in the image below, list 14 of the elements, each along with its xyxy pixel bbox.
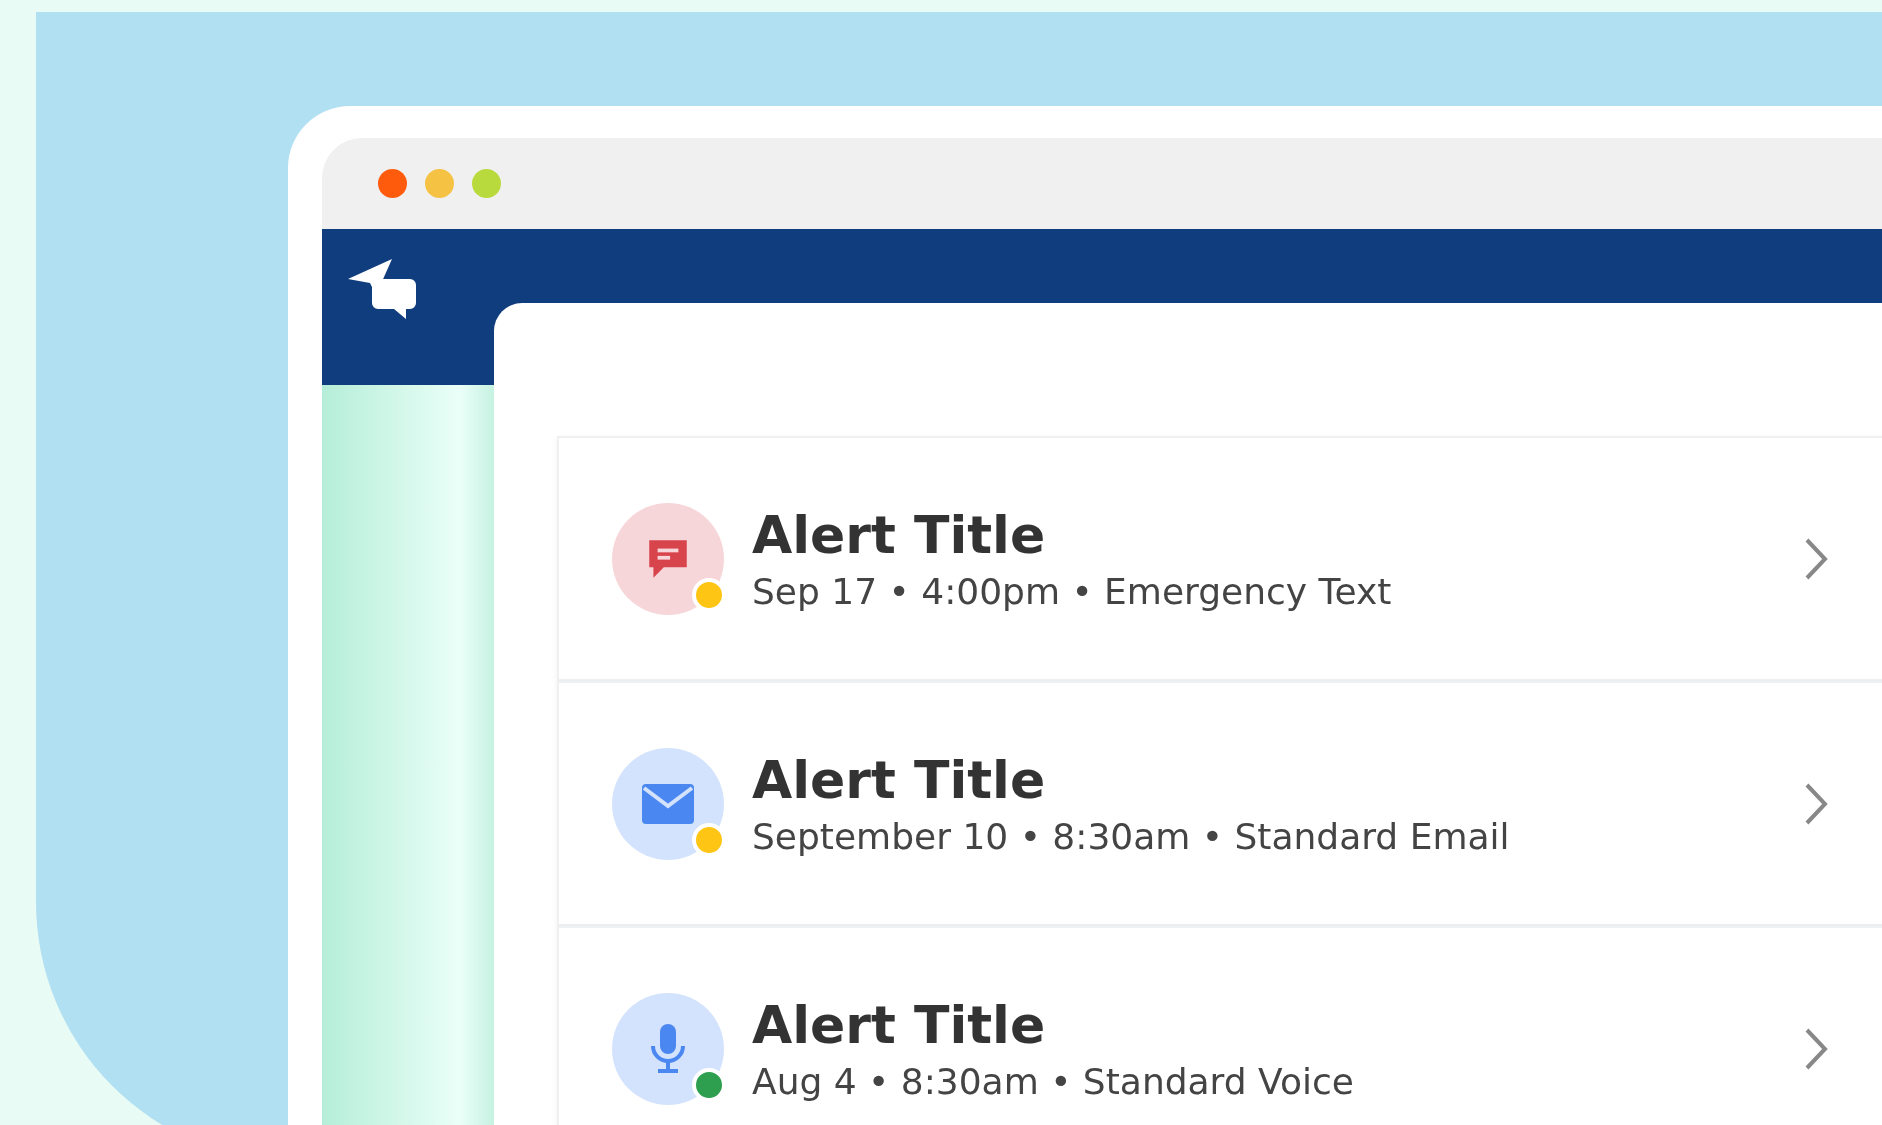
alert-title: Alert Title — [752, 750, 1047, 810]
alert-card[interactable]: Alert Title Sep 17 • 4:00pm • Emergency Text — [557, 436, 1882, 681]
alert-details: September 10 • 8:30am • Standard Email — [752, 816, 1511, 857]
microphone-icon — [650, 1023, 686, 1074]
alert-card[interactable]: Alert Title Aug 4 • 8:30am • Standard Voice — [557, 926, 1882, 1125]
alert-details: Sep 17 • 4:00pm • Emergency Text — [752, 571, 1393, 612]
window-control[interactable] — [378, 169, 407, 198]
alert-title: Alert Title — [752, 995, 1047, 1055]
alert-title: Alert Title — [752, 505, 1047, 565]
envelope-icon — [642, 783, 694, 824]
window-control[interactable] — [472, 169, 501, 198]
alert-details: Aug 4 • 8:30am • Standard Voice — [752, 1061, 1355, 1102]
alert-card[interactable]: Alert Title September 10 • 8:30am • Standard Email — [557, 681, 1882, 926]
window-control[interactable] — [425, 169, 454, 198]
